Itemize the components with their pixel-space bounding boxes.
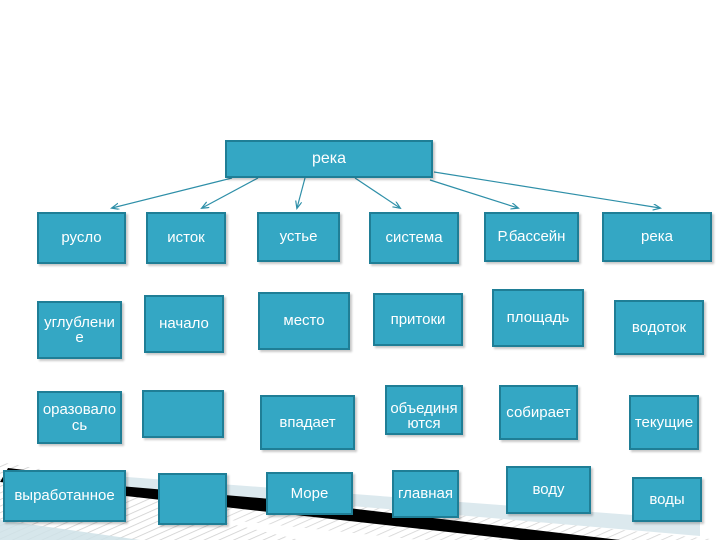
node-vodu[interactable]: воду xyxy=(506,466,591,514)
node-label: главная xyxy=(398,485,453,503)
node-label: оразовалось xyxy=(42,401,117,434)
node-r-bassein[interactable]: Р.бассейн xyxy=(484,212,579,262)
node-label: река xyxy=(311,149,347,167)
slide-canvas: река русло исток устье система Р.бассейн… xyxy=(0,0,720,540)
node-label: углубление xyxy=(44,313,115,346)
node-label: Море xyxy=(290,484,329,502)
node-nachalo[interactable]: начало xyxy=(144,295,224,353)
node-ploschad[interactable]: площадь xyxy=(492,289,584,347)
node-sistema[interactable]: система xyxy=(369,212,459,264)
node-more[interactable]: Море xyxy=(266,472,353,515)
node-label: собирает xyxy=(506,403,571,421)
node-tekuschie[interactable]: текущие xyxy=(629,395,699,450)
node-vodotok[interactable]: водоток xyxy=(614,300,704,355)
decorative-diagonal-band xyxy=(0,462,720,540)
node-label: выработанное xyxy=(14,487,115,505)
node-label: устье xyxy=(279,228,318,246)
node-ustye[interactable]: устье xyxy=(257,212,340,262)
node-empty-row4[interactable] xyxy=(158,473,227,525)
node-label: водоток xyxy=(631,318,687,336)
node-vyrabotannoe[interactable]: выработанное xyxy=(3,470,126,522)
node-orazovalos[interactable]: оразовалось xyxy=(37,391,122,444)
node-obedinyayutsya[interactable]: объединяются xyxy=(385,385,463,435)
connector-to-reka xyxy=(433,171,660,208)
node-root-reka[interactable]: река xyxy=(225,140,433,178)
connector-to-ruslo xyxy=(112,177,233,208)
connector-to-sistema xyxy=(354,177,400,208)
node-label: исток xyxy=(167,229,205,247)
node-empty-row3[interactable] xyxy=(142,390,224,438)
node-label: воду xyxy=(532,481,565,499)
node-label: площадь xyxy=(506,309,570,327)
node-glavnaya[interactable]: главная xyxy=(392,470,459,518)
node-uglublenie[interactable]: углубление xyxy=(37,301,122,359)
node-label: система xyxy=(385,229,443,247)
node-vpadaet[interactable]: впадает xyxy=(260,395,355,450)
node-istok[interactable]: исток xyxy=(146,212,226,264)
node-label: текущие xyxy=(634,413,694,431)
node-label: русло xyxy=(61,229,102,247)
node-mesto[interactable]: место xyxy=(258,292,350,350)
node-label: объединяются xyxy=(390,399,458,432)
node-sobiraet[interactable]: собирает xyxy=(499,385,578,440)
node-label: притоки xyxy=(390,310,446,328)
node-label: воды xyxy=(649,490,685,508)
node-reka-category[interactable]: река xyxy=(602,212,712,262)
node-pritoki[interactable]: притоки xyxy=(373,293,463,346)
connector-to-ustye xyxy=(297,177,306,208)
node-vody[interactable]: воды xyxy=(632,477,702,522)
connector-to-istok xyxy=(202,177,259,208)
connector-to-bassein xyxy=(429,179,518,208)
node-label: Р.бассейн xyxy=(497,228,566,246)
node-label: место xyxy=(283,312,325,330)
node-label: начало xyxy=(159,315,209,333)
connector-arrows xyxy=(0,171,720,540)
node-label: река xyxy=(641,228,673,246)
node-ruslo[interactable]: русло xyxy=(37,212,126,264)
node-label: впадает xyxy=(279,413,336,431)
